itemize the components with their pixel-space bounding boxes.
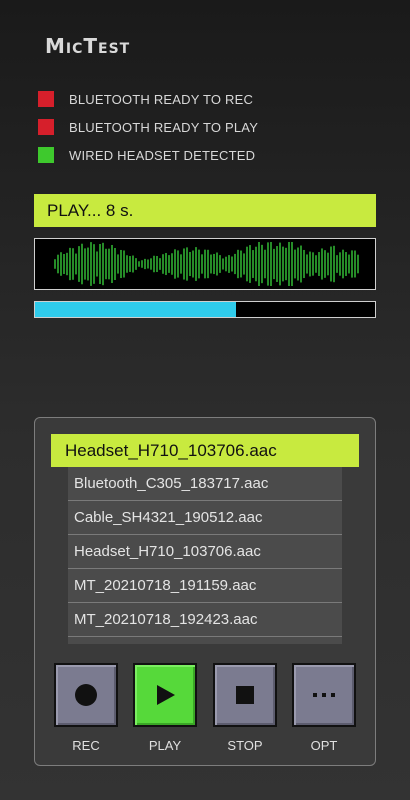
playback-status: PLAY... 8 s. [34,194,376,227]
status-label: BLUETOOTH READY TO REC [69,91,254,107]
file-list[interactable]: Bluetooth_C305_183717.aac Cable_SH4321_1… [68,467,342,644]
progress-fill [35,302,236,317]
file-list-item[interactable]: Cable_SH4321_190512.aac [68,501,342,535]
status-indicator-icon [38,91,54,107]
stop-icon [236,686,254,704]
record-icon [75,684,97,706]
play-label: PLAY [148,738,182,753]
stop-label: STOP [227,738,263,753]
play-icon [157,685,175,705]
status-wired-headset: WIRED HEADSET DETECTED [38,147,255,163]
waveform-graphic [54,242,359,286]
file-list-item[interactable]: MT_20210718_192423.aac [68,603,342,637]
app-title: MicTest [45,34,131,58]
file-list-item[interactable]: Headset_H710_103706.aac [68,535,342,569]
selected-file[interactable]: Headset_H710_103706.aac [51,434,359,467]
playback-progress-bar[interactable] [34,301,376,318]
rec-label: REC [72,738,100,753]
file-list-item[interactable]: Bluetooth_C305_183717.aac [68,467,342,501]
play-button[interactable] [133,663,197,727]
file-list-item[interactable]: MT_20210718_191159.aac [68,569,342,603]
status-label: WIRED HEADSET DETECTED [69,147,256,163]
status-indicator-icon [38,119,54,135]
stop-button[interactable] [213,663,277,727]
status-bluetooth-rec: BLUETOOTH READY TO REC [38,91,253,107]
waveform-display [34,238,376,290]
options-button[interactable] [292,663,356,727]
status-bluetooth-play: BLUETOOTH READY TO PLAY [38,119,258,135]
opt-label: OPT [310,738,338,753]
more-icon [313,693,335,697]
status-indicator-icon [38,147,54,163]
rec-button[interactable] [54,663,118,727]
status-label: BLUETOOTH READY TO PLAY [69,119,259,135]
